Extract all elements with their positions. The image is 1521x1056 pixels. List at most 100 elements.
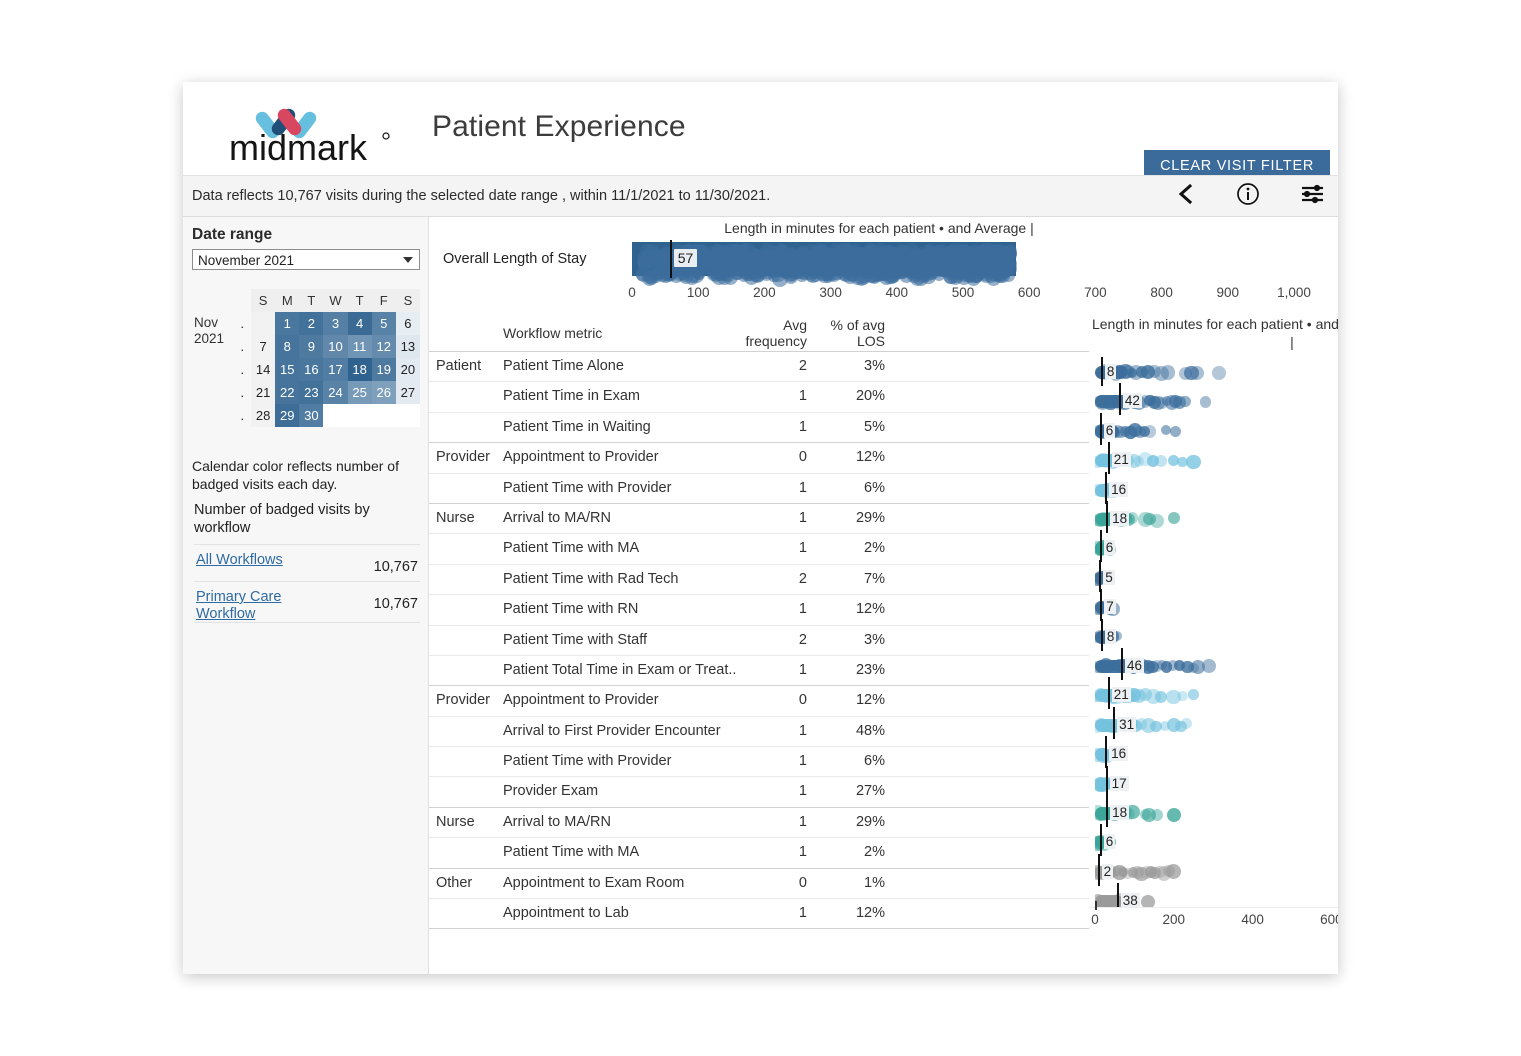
calendar-day-cell[interactable]: 14 <box>251 358 275 381</box>
scatter-row[interactable]: 6 <box>1095 827 1338 856</box>
calendar-day-cell[interactable]: 27 <box>396 381 420 404</box>
table-row[interactable]: Patient Time in Waiting15% <box>429 412 1089 442</box>
scatter-row-average-value: 16 <box>1109 482 1128 497</box>
calendar-day-cell[interactable]: 3 <box>323 312 347 335</box>
calendar-day-cell[interactable]: 18 <box>348 358 372 381</box>
scatter-row[interactable]: 21 <box>1095 680 1338 709</box>
table-row[interactable]: Patient Time with RN112% <box>429 594 1089 624</box>
table-row[interactable]: Patient Time with MA12% <box>429 837 1089 867</box>
row-pct-los: 7% <box>811 571 885 587</box>
scatter-row[interactable]: 16 <box>1095 739 1338 768</box>
calendar-day-cell[interactable]: 28 <box>251 404 275 427</box>
table-row[interactable]: Patient Time with Rad Tech27% <box>429 564 1089 594</box>
calendar-day-cell[interactable] <box>251 312 275 335</box>
table-row[interactable]: NurseArrival to MA/RN129% <box>429 503 1089 533</box>
calendar-day-cell[interactable]: 5 <box>372 312 396 335</box>
scatter-plot[interactable]: 842621161865784621311617186238 <box>1095 357 1338 907</box>
workflow-list-item[interactable]: Primary Care Workflow10,767 <box>194 581 420 623</box>
scatter-row-average-value: 18 <box>1110 511 1129 526</box>
scatter-row[interactable]: 31 <box>1095 710 1338 739</box>
calendar-weekday-header: T <box>299 289 323 312</box>
calendar-day-cell[interactable]: 29 <box>275 404 299 427</box>
table-row[interactable]: Patient Time in Exam120% <box>429 381 1089 411</box>
calendar-row-dot: . <box>234 335 251 358</box>
calendar-day-cell[interactable]: 17 <box>323 358 347 381</box>
calendar-day-cell[interactable]: 4 <box>348 312 372 335</box>
table-row[interactable]: ProviderAppointment to Provider012% <box>429 685 1089 715</box>
table-row[interactable]: PatientPatient Time Alone23% <box>429 351 1089 381</box>
calendar-day-cell[interactable]: 2 <box>299 312 323 335</box>
calendar-day-cell[interactable]: 21 <box>251 381 275 404</box>
table-body: PatientPatient Time Alone23%Patient Time… <box>429 351 1089 928</box>
calendar-day-cell[interactable]: 19 <box>372 358 396 381</box>
table-row[interactable]: OtherAppointment to Exam Room01% <box>429 868 1089 898</box>
row-group-label: Nurse <box>436 814 475 830</box>
scatter-row[interactable]: 6 <box>1095 533 1338 562</box>
scatter-row[interactable]: 18 <box>1095 798 1338 827</box>
calendar-day-cell[interactable]: 25 <box>348 381 372 404</box>
row-avg-frequency: 1 <box>729 480 807 496</box>
scatter-row[interactable]: 6 <box>1095 416 1338 445</box>
calendar-day-cell[interactable]: 20 <box>396 358 420 381</box>
table-row[interactable]: Appointment to Lab112% <box>429 898 1089 928</box>
calendar-day-cell[interactable]: 24 <box>323 381 347 404</box>
axis-tick-label: 400 <box>1241 912 1264 927</box>
scatter-row-average-value: 31 <box>1117 717 1136 732</box>
table-row[interactable]: Patient Time with Provider16% <box>429 746 1089 776</box>
scatter-row-average-marker <box>1101 357 1103 386</box>
calendar-day-cell[interactable]: 22 <box>275 381 299 404</box>
date-range-select[interactable]: November 2021 <box>192 249 420 270</box>
calendar-day-cell[interactable]: 6 <box>396 312 420 335</box>
calendar-day-cell[interactable]: 15 <box>275 358 299 381</box>
overall-los-plot[interactable]: 57 <box>632 240 1294 278</box>
scatter-row[interactable]: 5 <box>1095 563 1338 592</box>
scatter-row[interactable]: 7 <box>1095 592 1338 621</box>
patient-dot <box>711 256 723 268</box>
scatter-row[interactable]: 18 <box>1095 504 1338 533</box>
scatter-row[interactable]: 16 <box>1095 475 1338 504</box>
calendar-day-cell[interactable]: 9 <box>299 335 323 358</box>
row-group-label: Nurse <box>436 510 475 526</box>
workflow-list-item[interactable]: All Workflows10,767 <box>194 544 420 581</box>
scatter-row[interactable]: 8 <box>1095 357 1338 386</box>
table-row[interactable]: NurseArrival to MA/RN129% <box>429 807 1089 837</box>
table-row[interactable]: Arrival to First Provider Encounter148% <box>429 716 1089 746</box>
patient-dot <box>741 261 753 273</box>
calendar-day-empty <box>323 404 347 427</box>
chevron-left-icon[interactable] <box>1175 181 1197 212</box>
table-row[interactable]: Patient Time with Provider16% <box>429 473 1089 503</box>
row-pct-los: 27% <box>811 783 885 799</box>
info-icon[interactable] <box>1235 181 1261 212</box>
workflow-link[interactable]: All Workflows <box>196 552 336 569</box>
table-row[interactable]: Patient Time with Staff23% <box>429 625 1089 655</box>
scatter-row[interactable]: 17 <box>1095 769 1338 798</box>
scatter-row[interactable]: 38 <box>1095 886 1338 907</box>
scatter-row[interactable]: 8 <box>1095 622 1338 651</box>
calendar-day-cell[interactable]: 26 <box>372 381 396 404</box>
calendar-day-cell[interactable]: 7 <box>251 335 275 358</box>
calendar-day-cell[interactable]: 30 <box>299 404 323 427</box>
calendar-row-dot: . <box>234 381 251 404</box>
settings-sliders-icon[interactable] <box>1299 181 1326 212</box>
scatter-row[interactable]: 2 <box>1095 857 1338 886</box>
table-row[interactable]: ProviderAppointment to Provider012% <box>429 442 1089 472</box>
calendar-day-cell[interactable]: 11 <box>348 335 372 358</box>
scatter-row[interactable]: 42 <box>1095 386 1338 415</box>
axis-tick-label: 100 <box>687 285 710 300</box>
scatter-row[interactable]: 46 <box>1095 651 1338 680</box>
calendar-day-cell[interactable]: 10 <box>323 335 347 358</box>
table-row[interactable]: Provider Exam127% <box>429 776 1089 806</box>
table-row[interactable]: Patient Time with MA12% <box>429 533 1089 563</box>
calendar-day-cell[interactable]: 1 <box>275 312 299 335</box>
workflow-heading: Number of badged visits by workflow <box>194 501 414 537</box>
scatter-row-average-value: 6 <box>1104 834 1116 849</box>
calendar-day-cell[interactable]: 23 <box>299 381 323 404</box>
calendar-day-cell[interactable]: 8 <box>275 335 299 358</box>
calendar-day-cell[interactable]: 13 <box>396 335 420 358</box>
calendar-day-cell[interactable]: 12 <box>372 335 396 358</box>
calendar-day-cell[interactable]: 16 <box>299 358 323 381</box>
workflow-link[interactable]: Primary Care Workflow <box>196 589 336 623</box>
row-avg-frequency: 0 <box>729 449 807 465</box>
scatter-row[interactable]: 21 <box>1095 445 1338 474</box>
table-row[interactable]: Patient Total Time in Exam or Treat..123… <box>429 655 1089 685</box>
